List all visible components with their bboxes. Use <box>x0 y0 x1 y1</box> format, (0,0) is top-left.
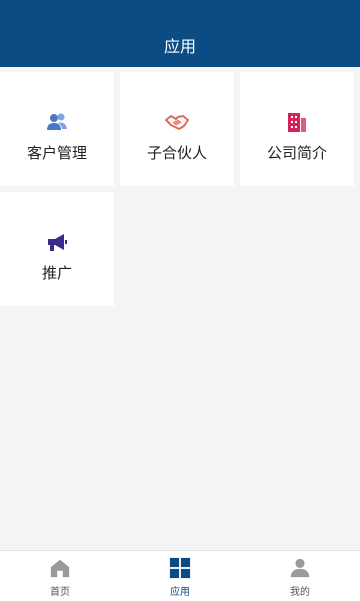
bottom-tab-bar: 首页 应用 我的 <box>0 550 360 601</box>
megaphone-icon <box>48 234 67 251</box>
app-label: 公司简介 <box>266 144 327 162</box>
tab-label: 首页 <box>50 587 70 598</box>
tab-label: 我的 <box>290 587 310 598</box>
app-tile-company-profile[interactable]: 公司简介 <box>240 72 354 186</box>
app-header: 应用 <box>0 0 360 67</box>
tab-apps[interactable]: 应用 <box>120 551 240 601</box>
home-icon <box>50 559 70 578</box>
app-tile-promotion[interactable]: 推广 <box>0 192 114 306</box>
tab-profile[interactable]: 我的 <box>240 551 360 601</box>
users-icon <box>47 113 67 130</box>
app-label: 子合伙人 <box>146 144 207 162</box>
apps-grid-icon <box>169 557 191 579</box>
app-label: 推广 <box>41 264 72 282</box>
tab-label: 应用 <box>170 587 190 598</box>
page-title: 应用 <box>163 37 196 56</box>
profile-icon <box>290 558 310 578</box>
app-tile-sub-partner[interactable]: 子合伙人 <box>120 72 234 186</box>
handshake-icon <box>165 115 189 130</box>
building-icon <box>288 113 306 132</box>
tab-home[interactable]: 首页 <box>0 551 120 601</box>
app-label: 客户管理 <box>26 144 87 162</box>
app-tile-customer-management[interactable]: 客户管理 <box>0 72 114 186</box>
